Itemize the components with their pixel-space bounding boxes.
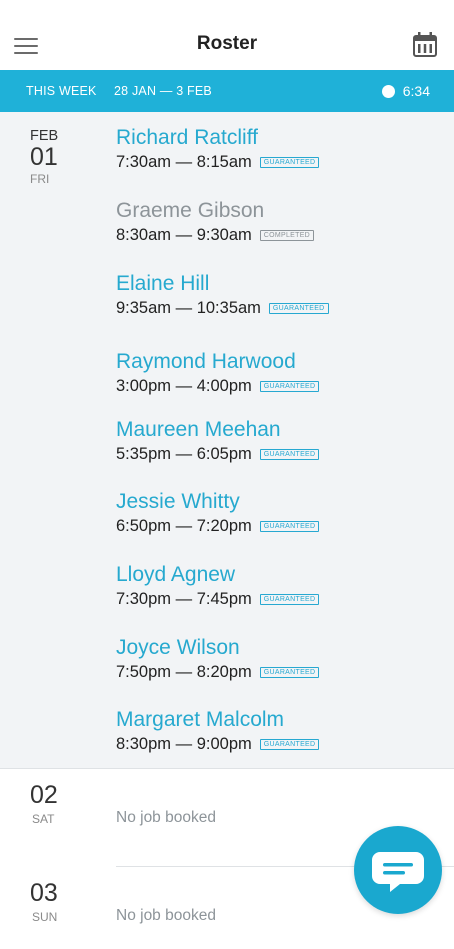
week-range: 28 JAN — 3 FEB	[114, 84, 212, 98]
job-time: 8:30pm — 9:00pm	[116, 735, 252, 753]
date-month: FEB	[30, 128, 59, 144]
job-item[interactable]: Joyce Wilson 7:50pm — 8:20pm GUARANTEED	[116, 636, 436, 682]
date-weekday: SUN	[32, 910, 58, 924]
client-name[interactable]: Lloyd Agnew	[116, 563, 436, 587]
job-item[interactable]: Richard Ratcliff 7:30am — 8:15am GUARANT…	[116, 126, 436, 172]
status-badge: COMPLETED	[259, 230, 315, 241]
status-badge: GUARANTEED	[259, 157, 320, 168]
client-name[interactable]: Elaine Hill	[116, 272, 436, 296]
client-name[interactable]: Raymond Harwood	[116, 350, 436, 374]
job-item[interactable]: Elaine Hill 9:35am — 10:35am GUARANTEED	[116, 272, 436, 318]
job-time: 9:35am — 10:35am	[116, 299, 261, 317]
client-name[interactable]: Richard Ratcliff	[116, 126, 436, 150]
page-title: Roster	[196, 33, 258, 54]
calendar-icon[interactable]	[412, 30, 438, 58]
job-item[interactable]: Margaret Malcolm 8:30pm — 9:00pm GUARANT…	[116, 708, 436, 754]
status-badge: GUARANTEED	[259, 381, 320, 392]
day-section-feb-01: FEB 01 FRI Richard Ratcliff 7:30am — 8:1…	[0, 112, 454, 768]
clock-icon	[381, 84, 395, 98]
hours-summary: 6:34	[381, 83, 430, 99]
status-badge: GUARANTEED	[268, 303, 329, 314]
date-weekday: FRI	[30, 172, 50, 186]
app-header: Roster	[0, 0, 454, 70]
job-time: 7:50pm — 8:20pm	[116, 663, 252, 681]
no-job-text: No job booked	[116, 809, 216, 826]
job-item[interactable]: Lloyd Agnew 7:30pm — 7:45pm GUARANTEED	[116, 563, 436, 609]
hours-value: 6:34	[402, 83, 430, 99]
status-badge: GUARANTEED	[259, 449, 320, 460]
status-badge: GUARANTEED	[259, 521, 320, 532]
date-column: FEB 01 FRI	[30, 128, 90, 186]
status-badge: GUARANTEED	[259, 739, 320, 750]
status-badge: GUARANTEED	[259, 667, 320, 678]
client-name[interactable]: Margaret Malcolm	[116, 708, 436, 732]
client-name[interactable]: Joyce Wilson	[116, 636, 436, 660]
chat-button[interactable]	[354, 826, 442, 914]
date-day: 02	[30, 781, 58, 809]
date-day: 03	[30, 879, 58, 907]
date-weekday: SAT	[32, 812, 55, 826]
job-item[interactable]: Jessie Whitty 6:50pm — 7:20pm GUARANTEED	[116, 490, 436, 536]
job-time: 7:30am — 8:15am	[116, 153, 252, 171]
job-time: 3:00pm — 4:00pm	[116, 377, 252, 395]
job-item[interactable]: Maureen Meehan 5:35pm — 6:05pm GUARANTEE…	[116, 418, 436, 464]
no-job-text: No job booked	[116, 907, 216, 924]
job-time: 8:30am — 9:30am	[116, 226, 252, 244]
client-name[interactable]: Graeme Gibson	[116, 199, 436, 223]
client-name[interactable]: Jessie Whitty	[116, 490, 436, 514]
job-item[interactable]: Graeme Gibson 8:30am — 9:30am COMPLETED	[116, 199, 436, 245]
job-time: 5:35pm — 6:05pm	[116, 445, 252, 463]
job-time: 6:50pm — 7:20pm	[116, 517, 252, 535]
week-label: THIS WEEK	[26, 84, 97, 98]
job-item[interactable]: Raymond Harwood 3:00pm — 4:00pm GUARANTE…	[116, 350, 436, 396]
job-time: 7:30pm — 7:45pm	[116, 590, 252, 608]
status-badge: GUARANTEED	[259, 594, 320, 605]
date-day: 01	[30, 143, 58, 171]
chat-bubble-icon	[372, 852, 424, 892]
week-bar[interactable]: THIS WEEK 28 JAN — 3 FEB 6:34	[0, 70, 454, 112]
client-name[interactable]: Maureen Meehan	[116, 418, 436, 442]
